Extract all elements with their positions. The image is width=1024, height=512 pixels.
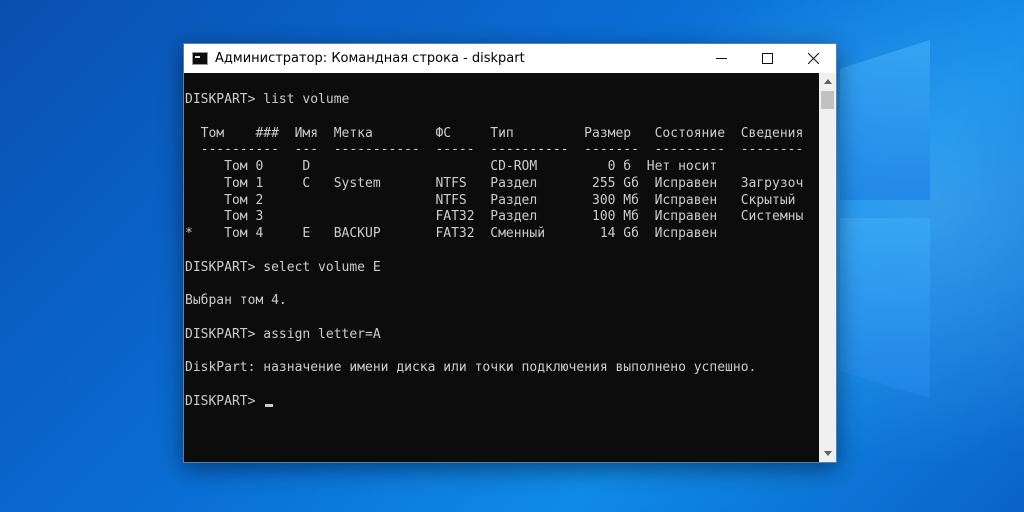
text-cursor: [265, 403, 274, 407]
window-controls: [698, 44, 836, 73]
console-line: Том 2 NTFS Раздел 300 Мб Исправен Скрыты…: [185, 192, 796, 208]
chevron-down-icon: [823, 451, 832, 456]
window-title: Администратор: Командная строка - diskpa…: [215, 51, 525, 66]
console-line: Том ### Имя Метка ФС Тип Размер Состояни…: [185, 125, 804, 141]
cmd-icon: [192, 52, 208, 65]
close-button[interactable]: [790, 44, 836, 73]
console-line: * Том 4 E BACKUP FAT32 Сменный 14 Gб Исп…: [185, 226, 718, 241]
console-line: DiskPart: назначение имени диска или точ…: [185, 360, 757, 375]
minimize-button[interactable]: [698, 44, 744, 73]
console-line: DISKPART> list volume: [185, 92, 350, 107]
console-output[interactable]: DISKPART> list volume Том ### Имя Метка …: [184, 73, 818, 462]
console-line: Выбран том 4.: [185, 293, 287, 308]
console-prompt: DISKPART>: [185, 393, 264, 409]
maximize-button[interactable]: [744, 44, 790, 73]
chevron-up-icon: [823, 79, 832, 84]
scroll-up-button[interactable]: [819, 73, 836, 90]
title-bar[interactable]: Администратор: Командная строка - diskpa…: [184, 44, 836, 73]
maximize-icon: [761, 53, 773, 64]
console-prompt-line[interactable]: DISKPART>: [185, 394, 818, 411]
console-line: DISKPART> select volume E: [185, 259, 381, 275]
vertical-scrollbar[interactable]: [819, 73, 836, 462]
windows-logo: [840, 40, 1020, 460]
scroll-down-button[interactable]: [819, 445, 836, 462]
scroll-thumb[interactable]: [821, 91, 834, 109]
minimize-icon: [715, 58, 727, 59]
console-line: Том 0 D CD-ROM 0 б Нет носит: [185, 159, 718, 174]
console-line: Том 3 FAT32 Раздел 100 Мб Исправен Систе…: [185, 209, 804, 225]
close-icon: [807, 53, 819, 64]
console-line: DISKPART> assign letter=A: [185, 326, 381, 342]
console-line: Том 1 C System NTFS Раздел 255 Gб Исправ…: [185, 175, 804, 191]
console-line: ---------- --- ----------- ----- -------…: [185, 142, 804, 158]
command-prompt-window[interactable]: Администратор: Командная строка - diskpa…: [183, 43, 837, 463]
